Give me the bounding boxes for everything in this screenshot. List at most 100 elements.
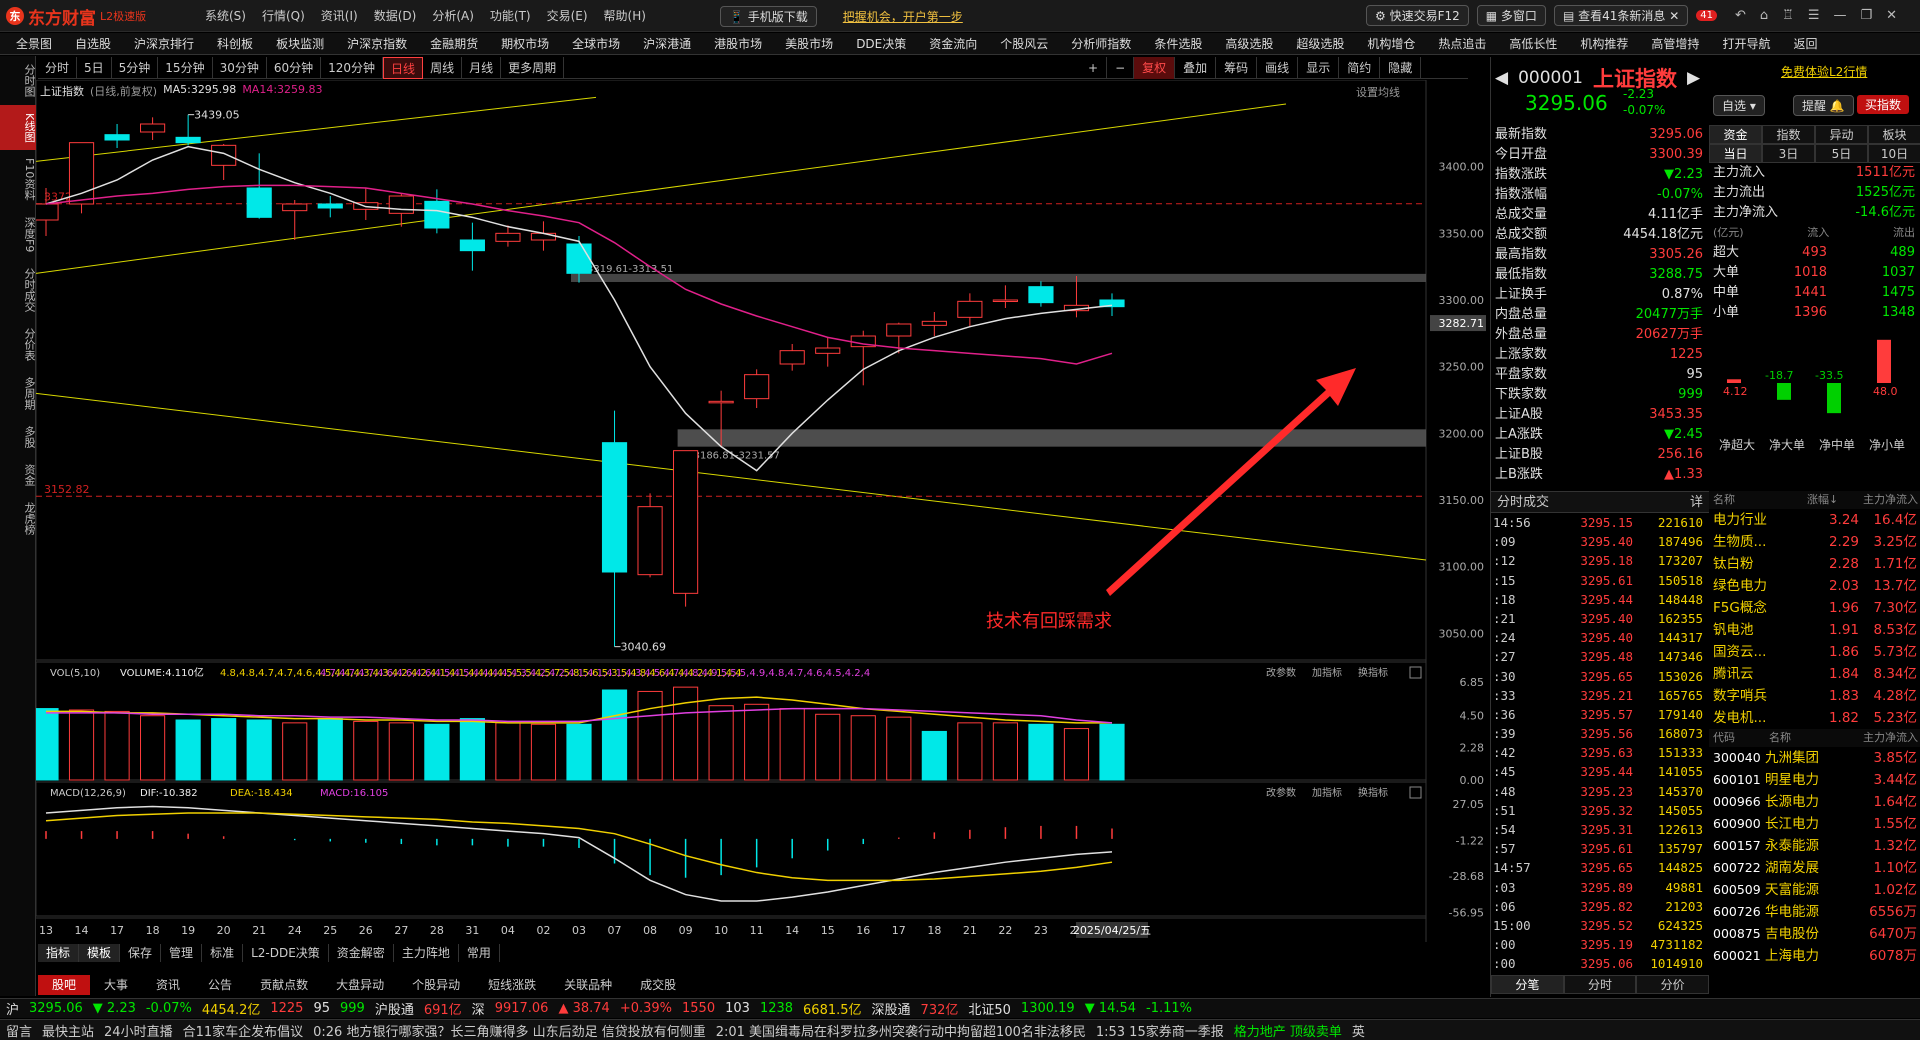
news-item[interactable]: 2:01 美国缉毒局在科罗拉多州突袭行动中拘留超100名非法移民 xyxy=(716,1021,1086,1040)
indicator-tab[interactable]: 主力阵地 xyxy=(394,944,459,962)
rail-item[interactable]: K线图 xyxy=(0,105,36,151)
stock-row[interactable]: 600509 天富能源 1.02亿 xyxy=(1709,879,1920,901)
sector-row[interactable]: 腾讯云 1.84 8.34亿 xyxy=(1709,663,1920,685)
chart-tool[interactable]: 筹码 xyxy=(1216,57,1258,79)
chart-tool[interactable]: − xyxy=(1107,57,1135,79)
flow-tab[interactable]: 5日 xyxy=(1815,144,1868,163)
nav-item[interactable]: 美股市场 xyxy=(785,35,833,52)
rail-item[interactable]: 分价表 xyxy=(0,320,36,369)
back-icon[interactable]: ↶ xyxy=(1735,8,1746,23)
panel-button[interactable]: 换指标 xyxy=(1358,786,1388,799)
period-tab[interactable]: 120分钟 xyxy=(321,56,384,79)
sector-row[interactable]: 绿色电力 2.03 13.7亿 xyxy=(1709,575,1920,597)
news-item[interactable]: 合11家车企发布倡议 xyxy=(183,1021,304,1040)
news-button[interactable]: ▤ 查看41条新消息 ✕ xyxy=(1553,5,1689,26)
rail-item[interactable]: 深度F9 xyxy=(0,209,36,260)
indicator-tab[interactable]: 管理 xyxy=(161,944,203,962)
multi-window-button[interactable]: ▦ 多窗口 xyxy=(1476,5,1546,26)
hgt-label[interactable]: 沪股通 xyxy=(375,999,414,1018)
stock-row[interactable]: 600900 长江电力 1.55亿 xyxy=(1709,813,1920,835)
indicator-tab[interactable]: 保存 xyxy=(120,944,162,962)
info-tab[interactable]: 个股异动 xyxy=(398,975,474,995)
nav-item[interactable]: 机构推荐 xyxy=(1580,35,1628,52)
sgt-label[interactable]: 深股通 xyxy=(872,999,911,1018)
rail-item[interactable]: 多股 xyxy=(0,418,36,456)
nav-item[interactable]: 沪深京指数 xyxy=(347,35,407,52)
nav-item[interactable]: 港股市场 xyxy=(714,35,762,52)
news-item[interactable]: 0:26 地方银行哪家强？长三角赚得多 山东后劲足 信贷投放有何侧重 xyxy=(313,1021,706,1040)
ma-setting-button[interactable]: 设置均线 xyxy=(1356,84,1400,100)
panel-button[interactable]: 加指标 xyxy=(1312,786,1342,799)
flow-tab[interactable]: 指数 xyxy=(1762,125,1815,144)
minimize-icon[interactable]: — xyxy=(1833,8,1846,23)
stock-row[interactable]: 600021 上海电力 6078万 xyxy=(1709,945,1920,967)
nav-item[interactable]: 机构增仓 xyxy=(1367,35,1415,52)
period-tab[interactable]: 更多周期 xyxy=(501,56,565,79)
info-tab[interactable]: 股吧 xyxy=(38,975,91,995)
menu-icon[interactable]: ☰ xyxy=(1808,8,1820,23)
news-item[interactable]: 英 xyxy=(1352,1021,1365,1040)
chart-tool[interactable]: + xyxy=(1080,57,1108,79)
prev-arrow-icon[interactable]: ◀ xyxy=(1495,68,1508,88)
buy-index-button[interactable]: 买指数 xyxy=(1857,95,1910,114)
l2-trial-link[interactable]: 免费体验L2行情 xyxy=(1781,63,1867,80)
indicator-tab[interactable]: 标准 xyxy=(202,944,244,962)
stock-row[interactable]: 000875 吉电股份 6470万 xyxy=(1709,923,1920,945)
info-tab[interactable]: 大盘异动 xyxy=(322,975,398,995)
nav-item[interactable]: 期权市场 xyxy=(501,35,549,52)
nav-item[interactable]: 超级选股 xyxy=(1296,35,1344,52)
nav-item[interactable]: DDE决策 xyxy=(856,35,906,52)
nav-item[interactable]: 返回 xyxy=(1793,35,1817,52)
chart-tool[interactable]: 画线 xyxy=(1257,57,1299,79)
chart-tool[interactable]: 显示 xyxy=(1298,57,1340,79)
sector-row[interactable]: 发电机... 1.82 5.23亿 xyxy=(1709,707,1920,729)
sector-row[interactable]: 钛白粉 2.28 1.71亿 xyxy=(1709,553,1920,575)
panel-button[interactable]: 加指标 xyxy=(1312,666,1342,679)
sysmenu-item[interactable]: 数据(D) xyxy=(374,7,417,24)
info-tab[interactable]: 关联品种 xyxy=(550,975,626,995)
chart-tool[interactable]: 叠加 xyxy=(1175,57,1217,79)
nav-item[interactable]: 个股风云 xyxy=(1000,35,1048,52)
shirt-icon[interactable]: ♖ xyxy=(1782,8,1794,23)
sector-row[interactable]: 电力行业 3.24 16.4亿 xyxy=(1709,509,1920,531)
nav-item[interactable]: 分析师指数 xyxy=(1071,35,1131,52)
info-tab[interactable]: 短线涨跌 xyxy=(474,975,550,995)
flow-tab[interactable]: 3日 xyxy=(1762,144,1815,163)
nav-item[interactable]: 资金流向 xyxy=(929,35,977,52)
nav-item[interactable]: 板块监测 xyxy=(276,35,324,52)
indicator-tab[interactable]: L2-DDE决策 xyxy=(243,944,329,962)
sector-row[interactable]: 国资云... 1.86 5.73亿 xyxy=(1709,641,1920,663)
sysmenu-item[interactable]: 功能(T) xyxy=(490,7,531,24)
chart-tool[interactable]: 隐藏 xyxy=(1380,57,1422,79)
kline-chart[interactable]: 3400.00 3350.00 3300.00 3250.00 3200.00 3150.… xyxy=(36,80,1490,942)
next-arrow-icon[interactable]: ▶ xyxy=(1687,68,1700,88)
flow-tab[interactable]: 板块 xyxy=(1868,125,1920,144)
nav-item[interactable]: 热点追击 xyxy=(1438,35,1486,52)
sector-row[interactable]: 生物质... 2.29 3.25亿 xyxy=(1709,531,1920,553)
panel-button[interactable]: 改参数 xyxy=(1266,786,1296,799)
sector-row[interactable]: 钒电池 1.91 8.53亿 xyxy=(1709,619,1920,641)
nav-item[interactable]: 高级选股 xyxy=(1225,35,1273,52)
home-icon[interactable]: ⌂ xyxy=(1760,8,1768,23)
period-tab[interactable]: 30分钟 xyxy=(213,56,267,79)
restore-icon[interactable]: ❐ xyxy=(1860,8,1872,23)
sysmenu-item[interactable]: 帮助(H) xyxy=(604,7,646,24)
flow-tab[interactable]: 资金 xyxy=(1709,125,1762,144)
news-item[interactable]: 格力地产 顶级卖单 xyxy=(1234,1021,1342,1040)
indicator-tab[interactable]: 指标 xyxy=(38,944,80,962)
indicator-tab[interactable]: 常用 xyxy=(459,944,500,962)
news-item[interactable]: 1:53 15家券商一季报 xyxy=(1096,1021,1224,1040)
info-tab[interactable]: 大事 xyxy=(90,975,142,995)
stock-row[interactable]: 600157 永泰能源 1.32亿 xyxy=(1709,835,1920,857)
news-item[interactable]: 最快主站 xyxy=(42,1021,94,1040)
tick-detail-button[interactable]: 详 xyxy=(1690,492,1703,514)
sysmenu-item[interactable]: 分析(A) xyxy=(432,7,474,24)
sysmenu-item[interactable]: 资讯(I) xyxy=(321,7,358,24)
period-tab[interactable]: 5分钟 xyxy=(112,56,159,79)
nav-item[interactable]: 全景图 xyxy=(16,35,52,52)
fast-trade-button[interactable]: ⚙ 快速交易F12 xyxy=(1366,5,1469,26)
indicator-tab[interactable]: 资金解密 xyxy=(329,944,394,962)
alert-button[interactable]: 提醒 🔔 xyxy=(1793,95,1854,116)
nav-item[interactable]: 条件选股 xyxy=(1154,35,1202,52)
flow-tab[interactable]: 异动 xyxy=(1815,125,1868,144)
